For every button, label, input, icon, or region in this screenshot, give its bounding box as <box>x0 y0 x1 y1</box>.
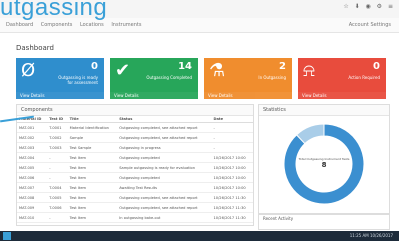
table-cell: Sample <box>67 132 118 143</box>
table-cell: Outgassing completed, see attached repor… <box>117 122 212 133</box>
table-cell: In outgassing bake-out <box>117 212 212 223</box>
table-cell: MAT-004 <box>17 152 48 163</box>
tile-ready[interactable]: Ø 0 Outgassing is ready for assessment <box>16 58 104 92</box>
table-cell: Test Item <box>67 172 118 183</box>
table-cell: MAT-007 <box>17 182 48 193</box>
tile-in-progress[interactable]: ⚗ 2 In Outgassing <box>204 58 292 92</box>
table-cell: Test Item <box>67 182 118 193</box>
table-row[interactable]: MAT-004- Test Item Outgassing completed 10/… <box>17 152 253 163</box>
account-settings-link[interactable]: Account Settings <box>349 18 391 32</box>
table-row[interactable]: MAT-007 T-0004 Test Item Awaiting Test Resu… <box>17 182 253 193</box>
table-cell: 10/26/2017 11:30 <box>211 192 253 203</box>
table-row[interactable]: MAT-008 T-0005 Test Item Outgassing complet… <box>17 192 253 203</box>
table-cell: - <box>211 142 253 153</box>
circle-slash-icon: Ø <box>21 60 36 81</box>
table-cell: Outgassing completed, see attached repor… <box>117 192 212 203</box>
tile-value: 0 <box>373 61 380 72</box>
table-row[interactable]: MAT-002 T-0002 Sample Outgassing completed,… <box>17 132 253 143</box>
donut-center: Total Outgassing Instrument Tests 8 <box>259 157 389 169</box>
tile-action-required[interactable]: ⍾ 0 Action Required <box>298 58 386 92</box>
taskbar-clock: 11:25 AM 10/26/2017 <box>349 233 393 238</box>
table-cell: MAT-006 <box>17 172 48 183</box>
tile-description: Outgassing Completed <box>146 75 192 80</box>
bell-icon: ⍾ <box>303 60 315 81</box>
components-panel: Components Material ID Test ID Title Sta… <box>16 104 254 226</box>
table-cell: T-0002 <box>47 132 68 143</box>
table-cell: 10/26/2017 11:30 <box>211 202 253 213</box>
panel-title: Components <box>17 105 253 116</box>
flask-icon: ⚗ <box>209 60 226 81</box>
table-cell: Outgassing completed <box>117 172 212 183</box>
table-cell: Test Item <box>67 162 118 173</box>
table-cell: Material Identification <box>67 122 118 133</box>
table-cell: Awaiting Test Results <box>117 182 212 193</box>
table-row[interactable]: MAT-005- Test Item Sample outgassing is re… <box>17 162 253 173</box>
table-cell: MAT-005 <box>17 162 48 173</box>
nav-instruments[interactable]: Instruments <box>111 18 141 32</box>
table-cell: MAT-010 <box>17 212 48 223</box>
browser-icons[interactable]: ☆ ⬇ ◉ ⚙ ≡ <box>343 3 395 10</box>
start-button[interactable] <box>3 232 11 240</box>
table-row[interactable]: MAT-006- Test Item Outgassing completed 10/… <box>17 172 253 183</box>
tile-value: 2 <box>279 61 286 72</box>
table-cell: T-0006 <box>47 202 68 213</box>
taskbar: 11:25 AM 10/26/2017 <box>0 231 399 241</box>
table-cell: - <box>211 122 253 133</box>
table-cell: Test Item <box>67 192 118 203</box>
table-cell: T-0003 <box>47 142 68 153</box>
panel-title: Recent Activity <box>263 216 294 221</box>
table-cell: 10/26/2017 10:00 <box>211 182 253 193</box>
tile-description: Outgassing is ready for assessment <box>58 75 98 85</box>
table-cell: T-0005 <box>47 192 68 203</box>
tile-description: In Outgassing <box>258 75 286 80</box>
table-cell: - <box>47 172 68 183</box>
table-cell: T-0004 <box>47 182 68 193</box>
table-cell: 10/26/2017 10:00 <box>211 152 253 163</box>
table-cell: - <box>47 162 68 173</box>
tile-footer[interactable]: View Details <box>204 92 292 99</box>
table-cell: MAT-002 <box>17 132 48 143</box>
table-cell: 10/26/2017 10:00 <box>211 162 253 173</box>
table-cell: 10/26/2017 10:00 <box>211 172 253 183</box>
check-circle-icon: ✔ <box>115 60 131 81</box>
table-cell: Sample outgassing is ready for evaluatio… <box>117 162 212 173</box>
table-cell: Outgassing completed <box>117 152 212 163</box>
table-cell: MAT-008 <box>17 192 48 203</box>
tile-description: Action Required <box>348 75 380 80</box>
table-cell: T-0001 <box>47 122 68 133</box>
table-cell: - <box>47 152 68 163</box>
page-title: Dashboard <box>16 44 54 52</box>
tile-footer[interactable]: View Details <box>110 92 198 99</box>
tile-value: 0 <box>91 61 98 72</box>
table-row[interactable]: MAT-010- Test Item In outgassing bake-out 1… <box>17 212 253 223</box>
table-cell: Outgassing completed, see attached repor… <box>117 132 212 143</box>
table-cell: MAT-009 <box>17 202 48 213</box>
table-cell: MAT-001 <box>17 122 48 133</box>
tile-footer[interactable]: View Details <box>16 92 104 99</box>
table-row[interactable]: MAT-001 T-0001 Material Identification Outg… <box>17 122 253 133</box>
tile-completed[interactable]: ✔ 14 Outgassing Completed <box>110 58 198 92</box>
table-cell: 10/26/2017 11:30 <box>211 212 253 223</box>
table-cell: Outgassing completed, see attached repor… <box>117 202 212 213</box>
panel-title: Statistics <box>259 105 389 116</box>
table-body: MAT-001 T-0001 Material Identification Outg… <box>17 122 253 223</box>
statistics-panel: Statistics Total Outgassing Instrument T… <box>258 104 390 214</box>
table-cell: MAT-003 <box>17 142 48 153</box>
overlay-title: utgassing <box>0 0 108 21</box>
tile-value: 14 <box>178 61 192 72</box>
table-cell: - <box>211 132 253 143</box>
table-cell: Test Item <box>67 202 118 213</box>
components-table: Material ID Test ID Title Status Date MA… <box>17 116 253 223</box>
table-row[interactable]: MAT-003 T-0003 Test Sample Outgassing in pr… <box>17 142 253 153</box>
table-row[interactable]: MAT-009 T-0006 Test Item Outgassing complet… <box>17 202 253 213</box>
table-cell: Test Item <box>67 152 118 163</box>
table-cell: - <box>47 212 68 223</box>
recent-activity-panel: Recent Activity <box>258 214 390 230</box>
table-cell: Test Sample <box>67 142 118 153</box>
table-cell: Test Item <box>67 212 118 223</box>
tile-footer[interactable]: View Details <box>298 92 386 99</box>
table-cell: Outgassing in progress <box>117 142 212 153</box>
status-tiles: Ø 0 Outgassing is ready for assessment ✔… <box>16 58 388 99</box>
donut-value: 8 <box>321 161 327 169</box>
